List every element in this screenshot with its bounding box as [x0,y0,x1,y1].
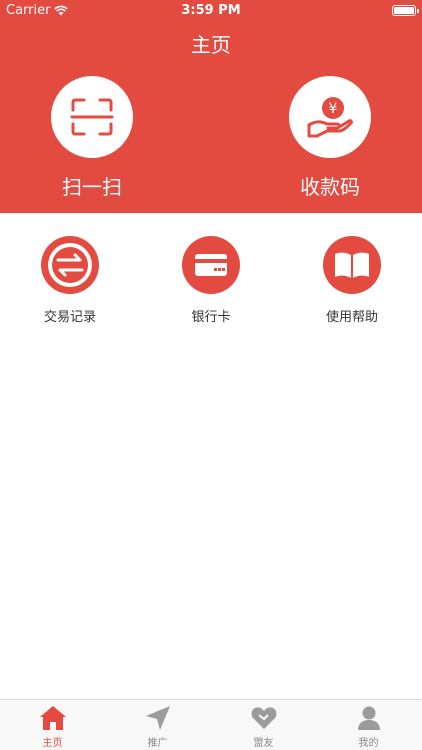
help-label: 使用帮助 [325,310,378,325]
scan-button[interactable]: 扫一扫 [32,76,152,200]
bank-card-button[interactable]: 银行卡 [156,236,266,325]
receive-code-label: 收款码 [300,175,360,199]
battery-icon [392,5,419,16]
svg-text:¥: ¥ [329,101,338,117]
bank-card-icon [195,254,227,276]
app-screen: Carrier 3:59 PM 主页 扫一扫 ¥ 收款码 交易记录 银行卡 使用… [0,0,422,750]
feature-row: 交易记录 银行卡 使用帮助 [0,236,422,336]
bank-card-label: 银行卡 [191,310,231,325]
user-icon [357,706,380,730]
tab-bar: 主页 推广 盟友 我的 [0,699,422,750]
bank-card-icon-circle [182,236,240,294]
tab-mine[interactable]: 我的 [316,704,421,749]
receive-code-button[interactable]: ¥ 收款码 [270,76,390,200]
status-time: 3:59 PM [181,3,241,18]
header: Carrier 3:59 PM 主页 扫一扫 ¥ 收款码 [0,0,422,213]
tab-home[interactable]: 主页 [0,704,105,749]
paper-plane-icon [145,706,170,730]
tab-promote-label: 推广 [147,738,168,749]
book-icon [335,252,369,278]
tab-allies[interactable]: 盟友 [211,704,316,749]
help-button[interactable]: 使用帮助 [297,236,407,325]
scan-label: 扫一扫 [62,175,122,199]
tab-home-label: 主页 [42,738,63,749]
transfer-arrows-icon [48,243,92,287]
status-bar: Carrier 3:59 PM [0,0,422,22]
home-icon [39,706,66,730]
receive-payment-icon: ¥ [307,97,353,138]
tab-mine-label: 我的 [358,738,379,749]
transaction-records-label: 交易记录 [43,310,96,325]
help-icon-circle [323,236,381,294]
scan-icon-circle [51,76,133,158]
page-title: 主页 [191,33,231,57]
battery-level [394,7,414,14]
transaction-icon-circle [41,236,99,294]
transaction-records-button[interactable]: 交易记录 [15,236,125,325]
tab-promote[interactable]: 推广 [105,704,210,749]
scan-icon [70,98,114,136]
receive-icon-circle: ¥ [289,76,371,158]
tab-allies-label: 盟友 [253,738,274,749]
heart-icon [251,707,276,729]
